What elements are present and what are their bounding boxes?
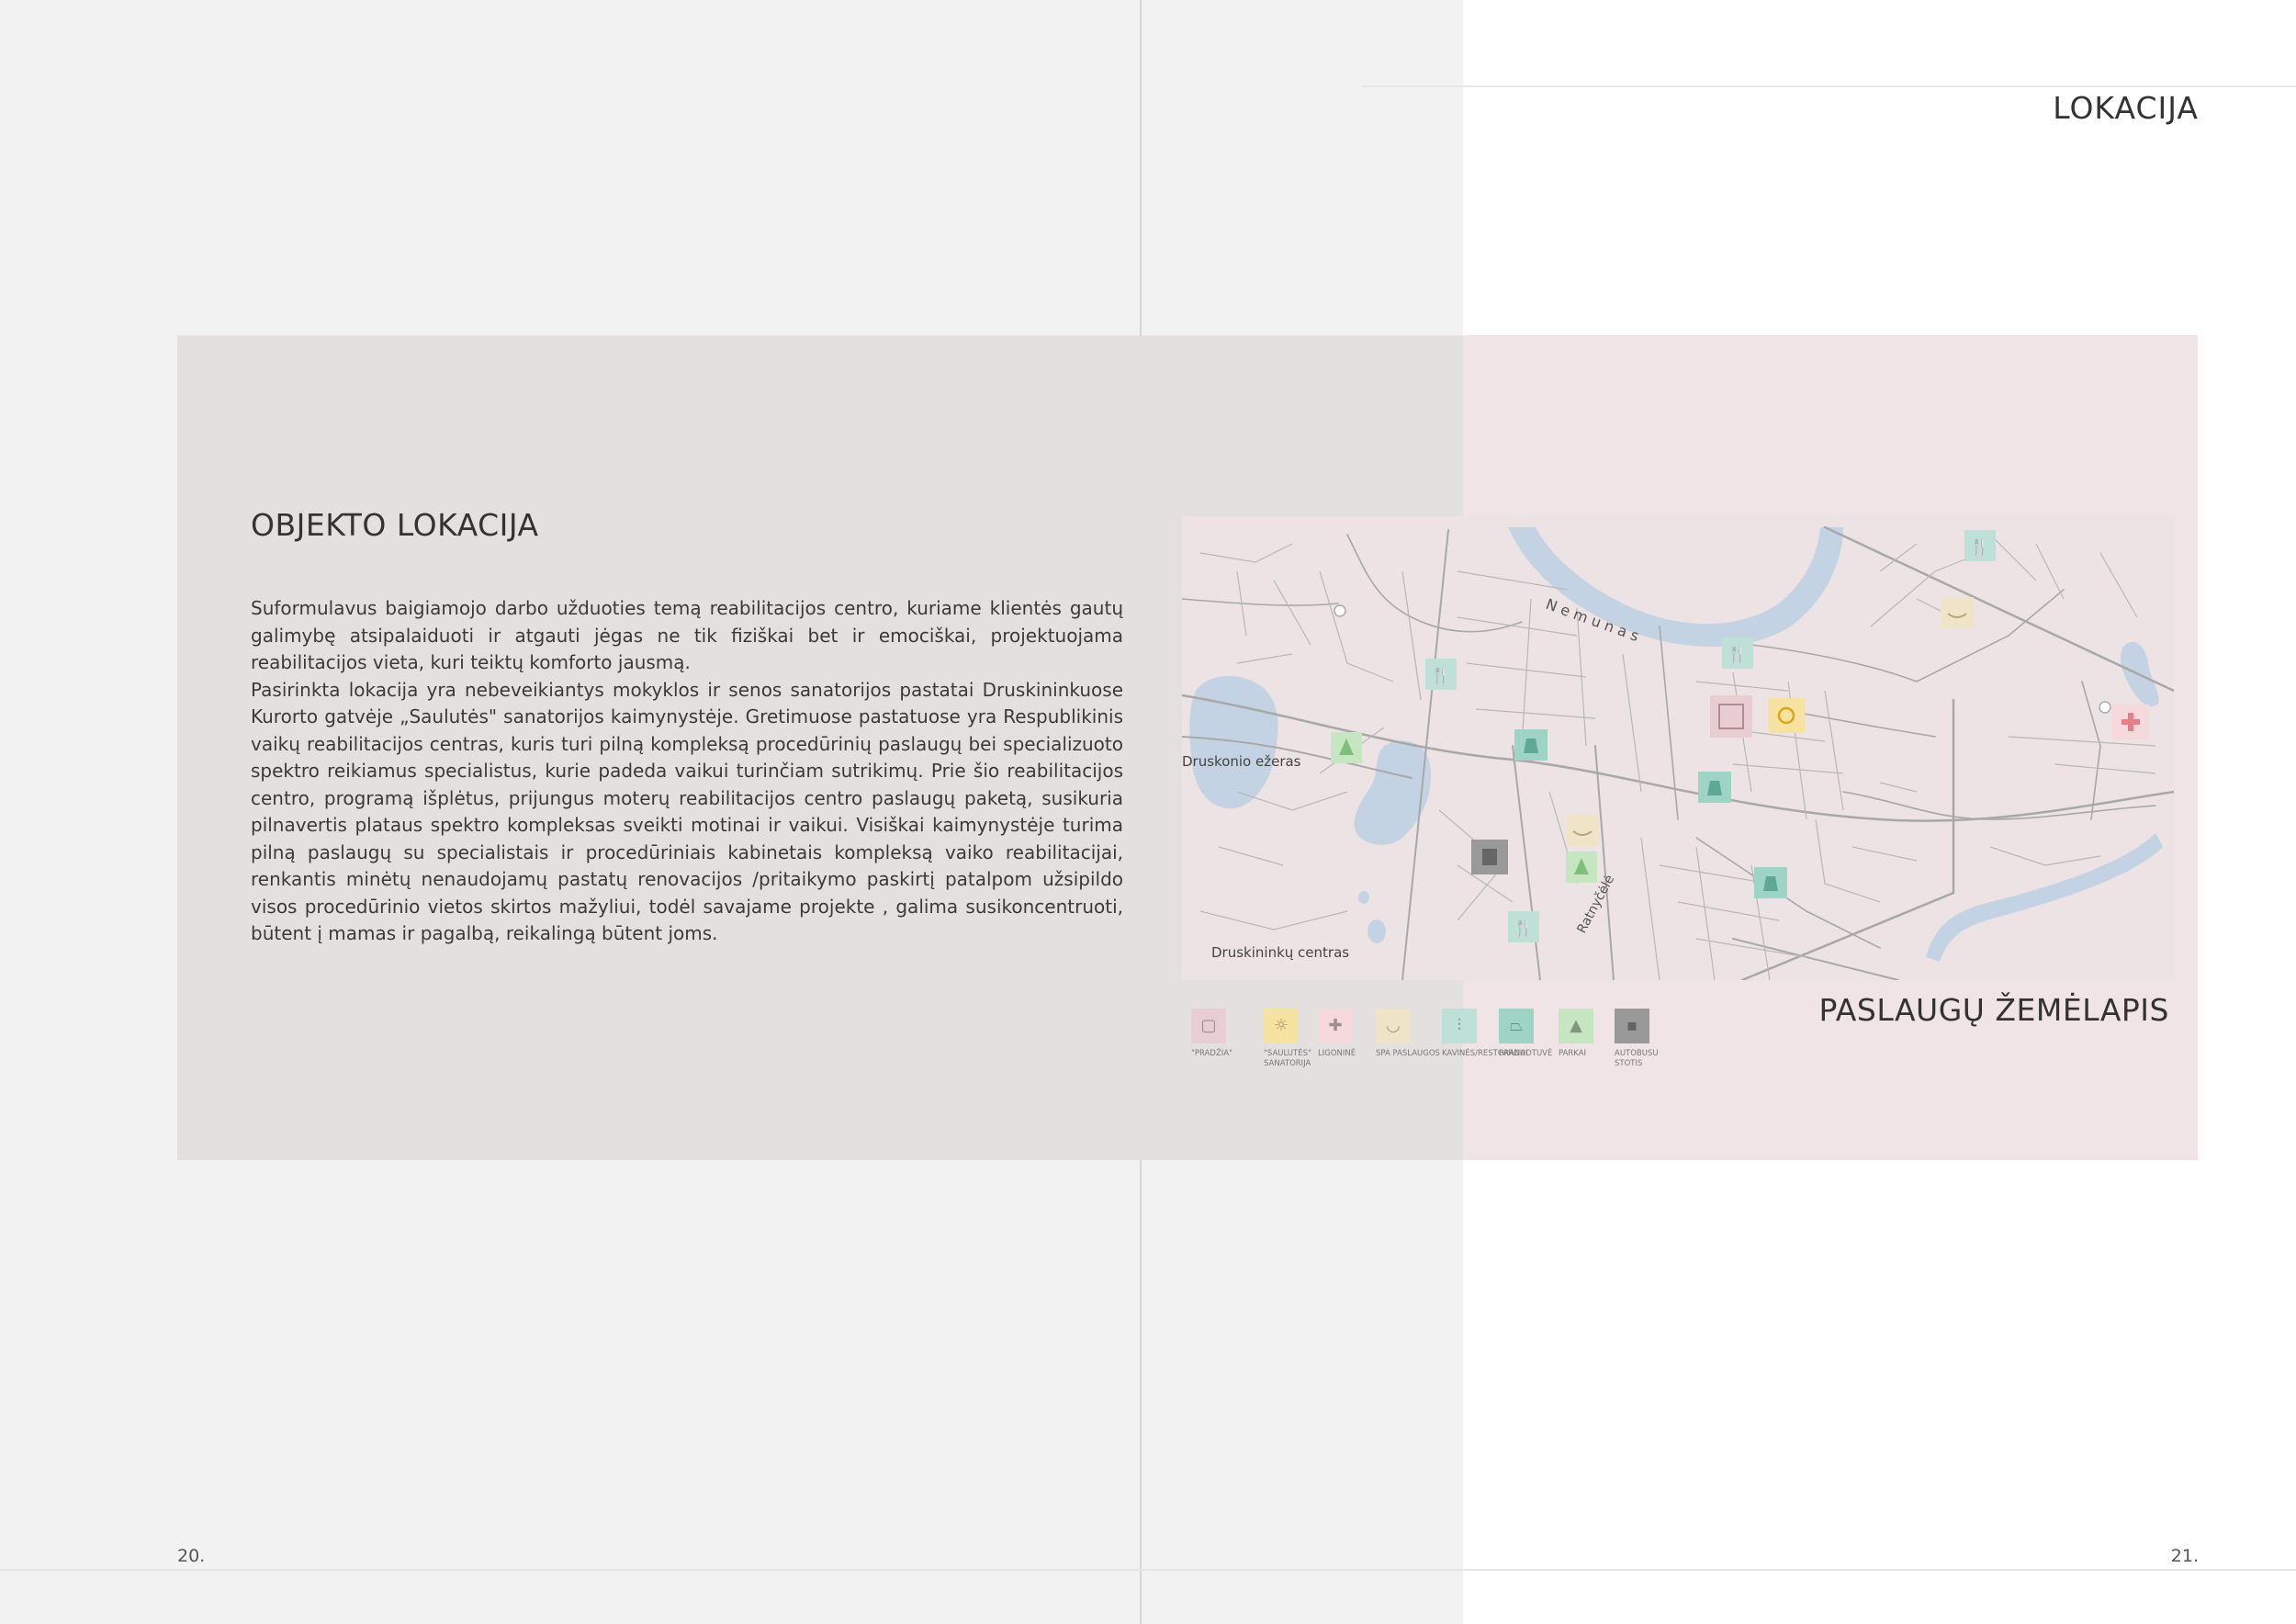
object-location-title: OBJEKTO LOKACIJA: [251, 507, 539, 543]
legend-item: ▪ AUTOBUSU STOTIS: [1615, 1009, 1679, 1069]
legend-label: "PRADŽIA": [1191, 1049, 1233, 1058]
legend-label: PARDUOTUVĖ: [1499, 1049, 1553, 1058]
marker-spa-north: [1941, 597, 1974, 628]
marker-hospital: [2112, 705, 2149, 739]
center-label: Druskininkų centras: [1211, 944, 1349, 961]
junction-marker: [1334, 604, 1346, 617]
marker-cafe-south: 🍴: [1508, 911, 1539, 942]
bus-icon: ▪: [1615, 1009, 1649, 1043]
marker-cafe-north: 🍴: [1964, 530, 1996, 561]
building-icon: ▢: [1191, 1009, 1226, 1043]
marker-shop-1: [1514, 729, 1548, 761]
bag-icon: ⏢: [1499, 1009, 1534, 1043]
legend-label: KAVINĖS/RESTORANAI: [1442, 1049, 1528, 1058]
cutlery-icon: ⫶: [1442, 1009, 1477, 1043]
svg-text:🍴: 🍴: [1970, 536, 1990, 557]
marker-spa-center: [1566, 815, 1599, 846]
svg-text:🍴: 🍴: [1728, 644, 1748, 664]
marker-shop-2: [1698, 772, 1731, 803]
description-text: Suformulavus baigiamojo darbo užduoties …: [251, 595, 1123, 948]
legend-item: ⏢ PARDUOTUVĖ: [1499, 1009, 1563, 1059]
pond-1: [1367, 919, 1386, 943]
legend-label: AUTOBUSU STOTIS: [1615, 1049, 1659, 1068]
marker-cafe-river: 🍴: [1722, 637, 1753, 669]
service-map-title: PASLAUGŲ ŽEMĖLAPIS: [1818, 992, 2169, 1028]
cross-icon: ✚: [1318, 1009, 1353, 1043]
marker-park-1: [1331, 732, 1362, 763]
svg-text:🍴: 🍴: [1514, 918, 1534, 938]
legend-item: ▲ PARKAI: [1559, 1009, 1623, 1059]
legend-label: SPA PASLAUGOS: [1376, 1049, 1440, 1058]
marker-bus-station: [1471, 840, 1508, 874]
services-map: N e m u n a s Druskonio ežeras Druskinin…: [1182, 516, 2174, 980]
section-heading: LOKACIJA: [2053, 90, 2199, 126]
legend-item: ◡ SPA PASLAUGOS: [1376, 1009, 1440, 1059]
description-paragraph-2: Pasirinkta lokacija yra nebeveikiantys m…: [251, 678, 1123, 945]
lake-label: Druskonio ežeras: [1182, 753, 1301, 770]
header-rule: [1362, 85, 2296, 87]
marker-park-2: [1566, 851, 1597, 883]
marker-sanatorium-sun: [1768, 698, 1805, 733]
footer-rule: [0, 1569, 2296, 1571]
page-number-left: 20.: [177, 1546, 206, 1566]
page-number-right: 21.: [2170, 1546, 2199, 1566]
description-paragraph-1: Suformulavus baigiamojo darbo užduoties …: [251, 597, 1123, 673]
pond-2: [1358, 891, 1369, 904]
legend-label: PARKAI: [1559, 1049, 1587, 1058]
marker-start-building: [1710, 695, 1752, 738]
svg-text:🍴: 🍴: [1431, 665, 1451, 685]
eye-icon: ◡: [1376, 1009, 1411, 1043]
junction-marker: [2099, 701, 2111, 714]
legend-label: LIGONINĖ: [1318, 1049, 1356, 1058]
tree-icon: ▲: [1559, 1009, 1593, 1043]
marker-cafe-west: 🍴: [1425, 659, 1457, 690]
marker-shop-3: [1754, 867, 1787, 898]
sun-icon: ☼: [1264, 1009, 1299, 1043]
legend-item: ⫶ KAVINĖS/RESTORANAI: [1442, 1009, 1528, 1059]
legend-item: ✚ LIGONINĖ: [1318, 1009, 1382, 1059]
legend-item: ▢ "PRADŽIA": [1191, 1009, 1255, 1059]
